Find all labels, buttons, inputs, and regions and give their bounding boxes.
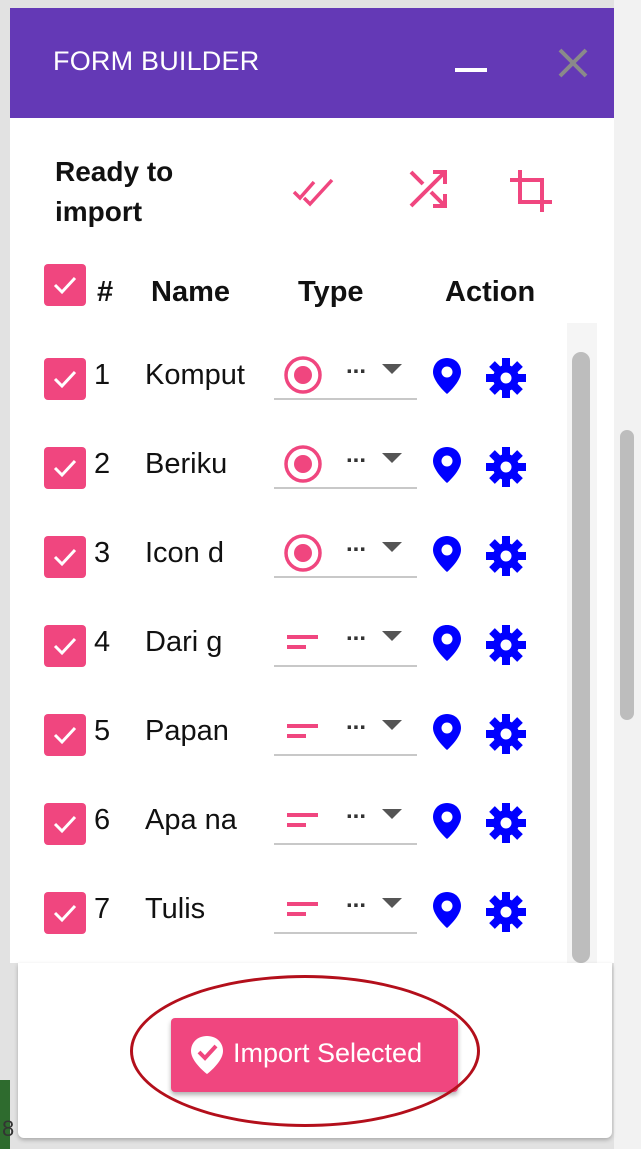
location-pin-icon[interactable] [430,890,464,930]
check-icon [53,370,77,389]
chevron-down-icon [382,364,402,374]
select-all-checkbox[interactable] [44,264,86,306]
type-select[interactable]: ... [274,797,417,845]
type-value: ... [346,708,367,735]
row-name: Icon d [145,537,224,569]
row-number: 4 [94,626,111,658]
row-name: Apa na [145,804,237,836]
row-name: Papan [145,715,229,747]
row-checkbox[interactable] [44,803,86,845]
type-select[interactable]: ... [274,352,417,400]
import-selected-button[interactable]: Import Selected [171,1018,458,1092]
column-header-action: Action [445,276,536,308]
gear-icon[interactable] [484,712,528,756]
short-text-icon [287,902,318,916]
gear-icon[interactable] [484,890,528,934]
chevron-down-icon [382,898,402,908]
row-name: Komput [145,359,245,391]
row-number: 5 [94,715,111,747]
row-checkbox[interactable] [44,447,86,489]
type-value: ... [346,530,367,557]
row-checkbox[interactable] [44,714,86,756]
type-value: ... [346,441,367,468]
crop-icon [510,170,552,212]
check-icon [53,276,77,295]
check-badge-icon [191,1036,223,1074]
shuffle-button[interactable] [403,164,453,214]
location-pin-icon[interactable] [430,534,464,574]
chevron-down-icon [382,542,402,552]
type-value: ... [346,886,367,913]
radio-icon [284,534,322,572]
chevron-down-icon [382,453,402,463]
row-checkbox[interactable] [44,892,86,934]
panel-footer: Import Selected [18,963,612,1138]
table-scrollbar-thumb[interactable] [572,352,590,963]
type-select[interactable]: ... [274,708,417,756]
short-text-icon [287,813,318,827]
import-selected-label: Import Selected [233,1038,423,1068]
check-icon [53,459,77,478]
type-value: ... [346,619,367,646]
type-select[interactable]: ... [274,886,417,934]
page-scrollbar-thumb[interactable] [620,430,634,720]
row-number: 1 [94,359,111,391]
close-icon[interactable] [552,42,594,84]
location-pin-icon[interactable] [430,445,464,485]
type-select[interactable]: ... [274,619,417,667]
gear-icon[interactable] [484,356,528,400]
type-select[interactable]: ... [274,530,417,578]
chevron-down-icon [382,809,402,819]
column-header-name[interactable]: Name [151,276,230,309]
row-number: 7 [94,893,111,925]
short-text-icon [287,635,318,649]
column-header-number: # [97,276,114,308]
location-pin-icon[interactable] [430,356,464,396]
row-name: Beriku [145,448,228,480]
row-checkbox[interactable] [44,536,86,578]
location-pin-icon[interactable] [430,801,464,841]
row-checkbox[interactable] [44,358,86,400]
check-icon [53,637,77,656]
chevron-down-icon [382,720,402,730]
shuffle-icon [409,170,447,208]
row-checkbox[interactable] [44,625,86,667]
type-select[interactable]: ... [274,441,417,489]
row-number: 3 [94,537,111,569]
radio-icon [284,445,322,483]
location-pin-icon[interactable] [430,712,464,752]
check-icon [53,815,77,834]
location-pin-icon[interactable] [430,623,464,663]
form-builder-panel: FORM BUILDER Ready to import # Name Type… [10,8,614,963]
table-row[interactable]: 7 Tulis ... [10,886,580,963]
chevron-down-icon [382,631,402,641]
type-value: ... [346,797,367,824]
gear-icon[interactable] [484,534,528,578]
row-name: Dari g [145,626,223,658]
row-number: 2 [94,448,111,480]
type-value: ... [346,352,367,379]
background-text-fragment: 8 [2,1116,15,1141]
short-text-icon [287,724,318,738]
radio-icon [284,356,322,394]
minimize-button[interactable] [455,68,487,72]
check-icon [53,904,77,923]
gear-icon[interactable] [484,445,528,489]
ready-to-import-heading: Ready to import [55,156,174,227]
select-all-button[interactable] [290,166,340,216]
window-title: FORM BUILDER [53,46,260,76]
row-name: Tulis [145,893,206,925]
gear-icon[interactable] [484,801,528,845]
crop-button[interactable] [506,166,556,216]
row-number: 6 [94,804,111,836]
gear-icon[interactable] [484,623,528,667]
window-header: FORM BUILDER [10,8,614,118]
double-check-icon [292,178,334,207]
check-icon [53,548,77,567]
check-icon [53,726,77,745]
column-header-type[interactable]: Type [298,276,364,309]
